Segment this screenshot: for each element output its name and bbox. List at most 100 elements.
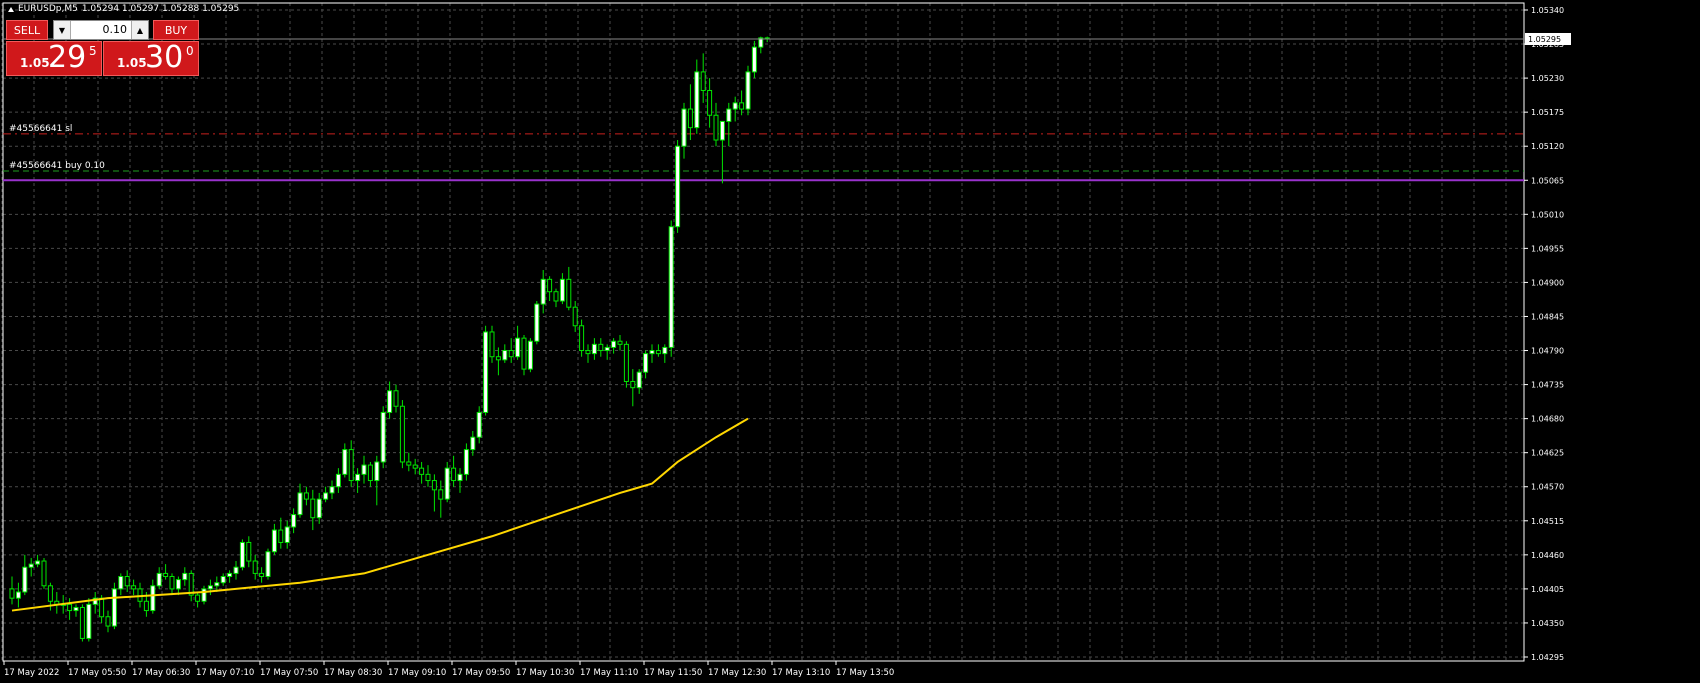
- candle-body: [451, 467, 457, 482]
- candle-body: [668, 226, 674, 348]
- x-axis-tick-label: 17 May 11:10: [580, 668, 638, 678]
- x-axis-tick-label: 17 May 09:10: [388, 668, 446, 678]
- candle-body: [694, 71, 700, 129]
- candle-body: [476, 411, 482, 438]
- candle-body: [617, 340, 623, 345]
- candle-body: [572, 306, 578, 327]
- candle-body: [124, 576, 130, 587]
- candle-body: [483, 331, 489, 413]
- candle-body: [687, 108, 693, 129]
- candle-body: [719, 120, 725, 141]
- candle-body: [259, 572, 265, 578]
- y-axis-tick-label: 1.04570: [1531, 483, 1564, 492]
- candle-body: [335, 473, 341, 488]
- candle-body: [675, 145, 681, 228]
- stop-loss-label[interactable]: #45566641 sl: [9, 124, 72, 134]
- candle-body: [643, 353, 649, 373]
- x-axis-tick-label: 17 May 13:10: [772, 668, 830, 678]
- candle-body: [271, 529, 277, 553]
- candle-body: [591, 343, 597, 355]
- buy-price-pips: 30: [145, 40, 184, 75]
- lot-size-input[interactable]: 0.10: [71, 21, 131, 39]
- sell-button[interactable]: SELL: [6, 20, 48, 40]
- y-axis-tick-label: 1.04900: [1531, 278, 1564, 287]
- candle-body: [502, 350, 508, 361]
- candle-body: [214, 582, 220, 587]
- y-axis-tick-label: 1.05010: [1531, 210, 1564, 219]
- candle-body: [118, 576, 124, 590]
- candle-body: [73, 606, 79, 612]
- candle-body: [220, 576, 226, 584]
- buy-button[interactable]: BUY: [153, 20, 199, 40]
- candle-body: [495, 356, 501, 361]
- candle-body: [540, 278, 546, 305]
- candle-body: [457, 473, 463, 482]
- x-axis-tick-label: 17 May 07:10: [196, 668, 254, 678]
- candle-body: [438, 489, 444, 500]
- y-axis-tick-label: 1.04735: [1531, 381, 1564, 390]
- candle-body: [623, 343, 629, 382]
- candle-body: [143, 600, 149, 612]
- candle-body: [585, 350, 591, 355]
- candle-body: [86, 603, 92, 639]
- lot-increase-icon[interactable]: ▲: [131, 21, 148, 39]
- candle-body: [521, 337, 527, 370]
- candle-body: [99, 597, 105, 618]
- candle-body: [323, 492, 329, 500]
- x-axis-tick-label: 17 May 2022: [4, 668, 59, 678]
- candle-body: [399, 405, 405, 463]
- candle-body: [131, 585, 137, 590]
- candle-body: [681, 108, 687, 147]
- candle-body: [425, 473, 431, 482]
- candle-body: [707, 89, 713, 116]
- candle-body: [367, 464, 373, 482]
- candle-body: [329, 486, 335, 494]
- y-axis-tick-label: 1.04460: [1531, 551, 1564, 560]
- candle-body: [726, 108, 732, 122]
- y-axis-tick-label: 1.05175: [1531, 108, 1564, 117]
- candle-body: [278, 529, 284, 543]
- candle-body: [649, 350, 655, 355]
- chart-canvas[interactable]: 1.053401.052851.052301.051751.051201.050…: [0, 0, 1700, 683]
- candle-body: [604, 346, 610, 352]
- collapse-triangle-icon[interactable]: [8, 6, 14, 12]
- candle-body: [598, 343, 604, 352]
- y-axis-tick-label: 1.05065: [1531, 176, 1564, 185]
- y-axis-tick-label: 1.04790: [1531, 347, 1564, 356]
- candle-body: [163, 572, 169, 578]
- symbol-ohlc: 1.05294 1.05297 1.05288 1.05295: [81, 4, 240, 14]
- candle-body: [732, 102, 738, 110]
- one-click-trading-panel: SELL ▼ 0.10 ▲ BUY 1.05 29 5 1.05 30 0: [6, 20, 199, 76]
- candle-body: [374, 461, 380, 482]
- candle-body: [489, 331, 495, 358]
- candle-body: [246, 541, 252, 562]
- buy-order-label[interactable]: #45566641 buy 0.10: [9, 161, 105, 171]
- y-axis-tick-label: 1.04845: [1531, 312, 1564, 321]
- candle-body: [751, 46, 757, 73]
- y-axis-tick-label: 1.05230: [1531, 74, 1564, 83]
- plot-frame: [2, 2, 1525, 662]
- candle-body: [547, 278, 553, 293]
- candle-body: [291, 514, 297, 528]
- x-axis-tick-label: 17 May 08:30: [324, 668, 382, 678]
- candle-body: [406, 461, 412, 466]
- lot-decrease-icon[interactable]: ▼: [54, 21, 71, 39]
- x-axis-tick-label: 17 May 13:50: [836, 668, 894, 678]
- candle-body: [182, 572, 188, 581]
- candle-body: [22, 566, 28, 593]
- candle-body: [310, 498, 316, 519]
- candle-body: [412, 464, 418, 469]
- x-axis-tick-label: 17 May 11:50: [644, 668, 702, 678]
- candle-body: [566, 278, 572, 308]
- candle-body: [419, 467, 425, 475]
- candle-body: [303, 492, 309, 500]
- candle-body: [636, 371, 642, 389]
- candle-body: [67, 603, 73, 612]
- x-axis-tick-label: 17 May 12:30: [708, 668, 766, 678]
- symbol-header: EURUSDp,M5 1.05294 1.05297 1.05288 1.052…: [8, 4, 239, 14]
- candle-body: [169, 576, 175, 590]
- buy-price-box[interactable]: 1.05 30 0: [103, 40, 199, 76]
- candle-body: [534, 303, 540, 342]
- sell-price-box[interactable]: 1.05 29 5: [6, 40, 102, 76]
- y-axis-tick-label: 1.05120: [1531, 142, 1564, 151]
